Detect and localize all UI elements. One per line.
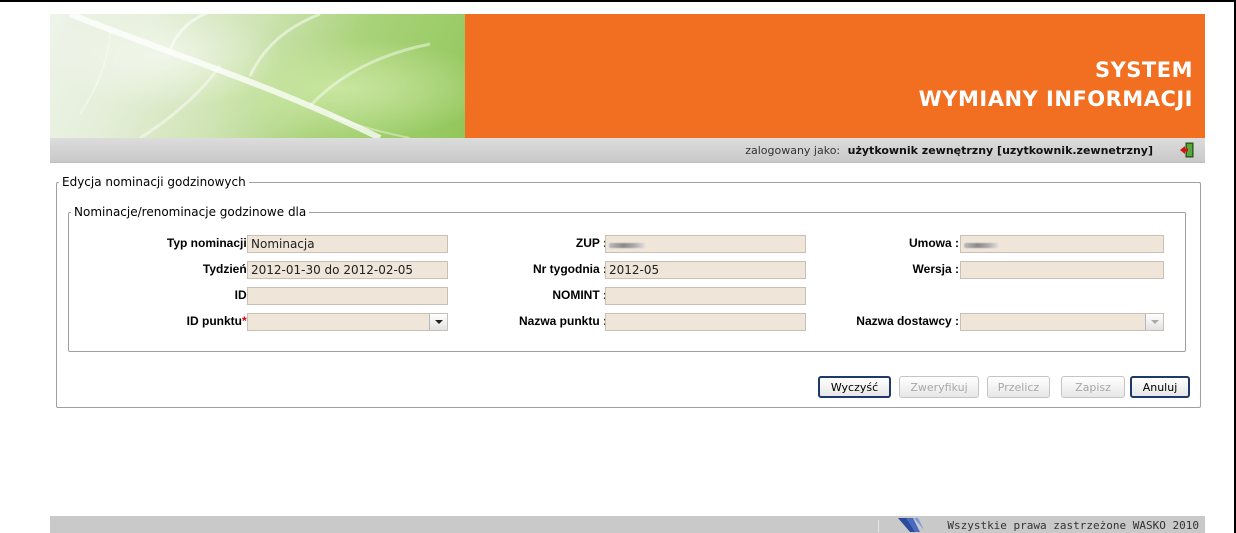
nomint-label: NOMINT : bbox=[552, 288, 607, 302]
logged-as-label: zalogowany jako: bbox=[745, 144, 841, 157]
typ-nominacji-field[interactable]: Nominacja bbox=[247, 235, 448, 253]
id-punktu-label-text: ID punktu bbox=[186, 314, 242, 328]
typ-nominacji-label: Typ nominacji : bbox=[166, 236, 254, 250]
nomint-field[interactable] bbox=[605, 287, 806, 305]
nominations-fieldset: Nominacje/renominacje godzinowe dla Typ … bbox=[68, 205, 1186, 352]
header-banner: SYSTEM WYMIANY INFORMACJI bbox=[50, 14, 1205, 138]
outer-legend: Edycja nominacji godzinowych bbox=[59, 175, 249, 189]
leaf-image bbox=[50, 14, 465, 138]
copyright-text: Wszystkie prawa zastrzeżone WASKO 2010 bbox=[947, 519, 1199, 532]
system-title-line2: WYMIANY INFORMACJI bbox=[918, 87, 1193, 111]
wasko-logo-icon bbox=[898, 518, 924, 532]
verify-button[interactable]: Zweryfikuj bbox=[899, 376, 979, 398]
nr-tygodnia-label: Nr tygodnia : bbox=[533, 262, 607, 276]
footer-bar: Wszystkie prawa zastrzeżone WASKO 2010 bbox=[50, 516, 1205, 533]
leaf-veins-graphic bbox=[68, 14, 431, 138]
clear-button[interactable]: Wyczyść bbox=[818, 376, 891, 398]
logout-door-icon[interactable] bbox=[1179, 142, 1195, 158]
tydzien-field[interactable]: 2012-01-30 do 2012-02-05 bbox=[247, 261, 448, 279]
nazwa-punktu-field[interactable] bbox=[605, 313, 806, 331]
system-title-line1: SYSTEM bbox=[1094, 58, 1193, 82]
logged-user-info: zalogowany jako: użytkownik zewnętrzny [… bbox=[745, 144, 1153, 157]
nr-tygodnia-field[interactable]: 2012-05 bbox=[605, 261, 806, 279]
system-title: SYSTEM WYMIANY INFORMACJI bbox=[919, 56, 1193, 114]
chevron-down-icon[interactable] bbox=[429, 314, 447, 330]
orange-panel: SYSTEM WYMIANY INFORMACJI bbox=[465, 14, 1205, 138]
id-punktu-label: ID punktu* : bbox=[187, 314, 254, 328]
user-bar: zalogowany jako: użytkownik zewnętrzny [… bbox=[50, 138, 1205, 163]
redacted-value bbox=[964, 243, 998, 248]
nazwa-dostawcy-label: Nazwa dostawcy : bbox=[856, 314, 959, 328]
window-top-border bbox=[0, 0, 1236, 2]
redacted-value bbox=[609, 243, 645, 248]
save-button[interactable]: Zapisz bbox=[1061, 376, 1125, 398]
id-punktu-select[interactable] bbox=[247, 313, 448, 331]
footer-divider bbox=[878, 520, 879, 532]
zup-field[interactable] bbox=[605, 235, 806, 253]
nazwa-dostawcy-select[interactable] bbox=[960, 313, 1164, 331]
chevron-down-icon[interactable] bbox=[1145, 314, 1163, 330]
cancel-button[interactable]: Anuluj bbox=[1130, 376, 1190, 398]
umowa-label: Umowa : bbox=[908, 236, 959, 250]
edit-hourly-nominations-fieldset: Edycja nominacji godzinowych Nominacje/r… bbox=[56, 175, 1201, 408]
id-field[interactable] bbox=[247, 287, 448, 305]
inner-legend: Nominacje/renominacje godzinowe dla bbox=[71, 205, 310, 219]
wersja-label: Wersja : bbox=[912, 262, 959, 276]
umowa-field[interactable] bbox=[960, 235, 1164, 253]
wersja-field[interactable] bbox=[960, 261, 1164, 279]
zup-label: ZUP : bbox=[575, 236, 607, 250]
nazwa-punktu-label: Nazwa punktu : bbox=[518, 314, 607, 328]
recalculate-button[interactable]: Przelicz bbox=[987, 376, 1050, 398]
logged-user-name: użytkownik zewnętrzny [uzytkownik.zewnet… bbox=[847, 144, 1153, 157]
